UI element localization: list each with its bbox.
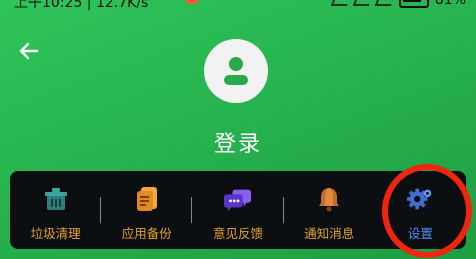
status-indicators: 81% — [330, 0, 466, 8]
backup-document-icon — [133, 185, 161, 213]
battery-percent: 81% — [434, 0, 466, 8]
user-icon — [224, 57, 248, 85]
menu-item-app-backup[interactable]: 应用备份 — [101, 171, 193, 249]
status-time-speed: 上午10:25 | 12.7K/s — [14, 0, 149, 11]
menu-item-feedback[interactable]: 意见反馈 — [192, 171, 284, 249]
avatar[interactable] — [204, 39, 268, 103]
signal-icon-2 — [352, 0, 374, 6]
menu-item-label: 垃圾清理 — [30, 226, 81, 241]
menu-item-junk-clean[interactable]: 垃圾清理 — [10, 171, 102, 249]
bottom-menu: 垃圾清理 应用备份 意见反馈 通知消息 设置 — [10, 171, 466, 249]
menu-item-label: 应用备份 — [121, 226, 172, 241]
menu-item-label: 设置 — [407, 226, 433, 241]
chat-bubble-icon — [224, 185, 252, 213]
menu-item-notifications[interactable]: 通知消息 — [284, 171, 375, 249]
gear-icon — [406, 185, 434, 213]
signal-icon — [330, 0, 352, 6]
back-button[interactable] — [14, 36, 44, 66]
menu-item-settings[interactable]: 设置 — [375, 171, 466, 249]
login-button[interactable]: 登录 — [0, 126, 476, 158]
menu-item-label: 通知消息 — [304, 226, 355, 241]
menu-item-label: 意见反馈 — [213, 226, 264, 241]
trash-basket-icon — [42, 185, 70, 213]
status-bar: 上午10:25 | 12.7K/s 81% — [0, 0, 476, 11]
wifi-icon — [374, 0, 396, 6]
arrow-left-icon — [19, 42, 39, 60]
battery-icon — [398, 0, 429, 8]
bell-icon — [315, 185, 343, 213]
app-notification-icon — [186, 0, 198, 4]
